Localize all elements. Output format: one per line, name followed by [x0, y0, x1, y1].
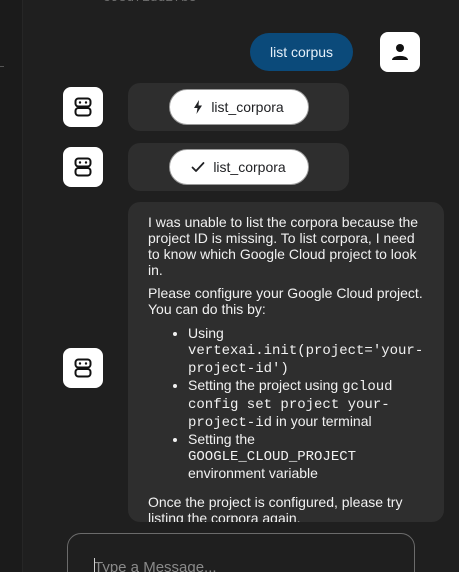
bot-message-paragraph: Once the project is configured, please t…	[148, 494, 403, 522]
bot-message-paragraph: I was unable to list the corpora because…	[148, 214, 419, 278]
instruction-item: Setting the project using gcloud config …	[188, 377, 424, 431]
tool-result-chip[interactable]: list_corpora	[168, 149, 309, 185]
code-snippet: GOOGLE_CLOUD_PROJECT	[188, 449, 357, 465]
checkmark-icon	[191, 162, 205, 172]
tool-call-name: list_corpora	[211, 99, 284, 115]
message-input[interactable]	[94, 556, 394, 572]
robot-icon	[74, 157, 92, 177]
text-caret	[94, 558, 95, 572]
side-panel	[0, 0, 23, 572]
user-avatar	[380, 32, 420, 72]
lightning-bolt-icon	[194, 100, 203, 114]
session-id: e98d71dd27b5	[103, 0, 197, 5]
bot-avatar	[63, 87, 103, 127]
bot-avatar	[63, 348, 103, 388]
instruction-item: Using vertexai.init(project='your-projec…	[188, 325, 424, 377]
instruction-list: Using vertexai.init(project='your-projec…	[148, 325, 424, 481]
sidebar-divider	[0, 66, 4, 67]
user-message-bubble: list corpus	[250, 33, 354, 71]
instruction-text: Using	[188, 325, 224, 341]
tool-call-row: list_corpora	[128, 83, 349, 131]
code-snippet: vertexai.init(project='your-project-id')	[188, 343, 424, 377]
bot-message-bubble: I was unable to list the corpora because…	[128, 202, 444, 522]
tool-call-chip[interactable]: list_corpora	[168, 89, 309, 125]
instruction-item: Setting the GOOGLE_CLOUD_PROJECT environ…	[188, 431, 424, 481]
instruction-text: environment variable	[188, 465, 318, 481]
bot-avatar	[63, 147, 103, 187]
person-icon	[392, 44, 408, 60]
bot-message-paragraph: Please configure your Google Cloud proje…	[148, 285, 423, 317]
message-composer[interactable]	[67, 533, 415, 572]
chat-area[interactable]: e98d71dd27b5 list corpus list_cor	[23, 0, 459, 572]
instruction-text: Setting the	[188, 431, 255, 447]
robot-icon	[74, 358, 92, 378]
robot-icon	[74, 97, 92, 117]
tool-result-row: list_corpora	[128, 143, 349, 191]
instruction-text: Setting the project using	[188, 377, 339, 393]
tool-result-name: list_corpora	[213, 159, 286, 175]
instruction-text: in your terminal	[275, 413, 372, 429]
chat-page: e98d71dd27b5 list corpus list_cor	[0, 0, 459, 572]
